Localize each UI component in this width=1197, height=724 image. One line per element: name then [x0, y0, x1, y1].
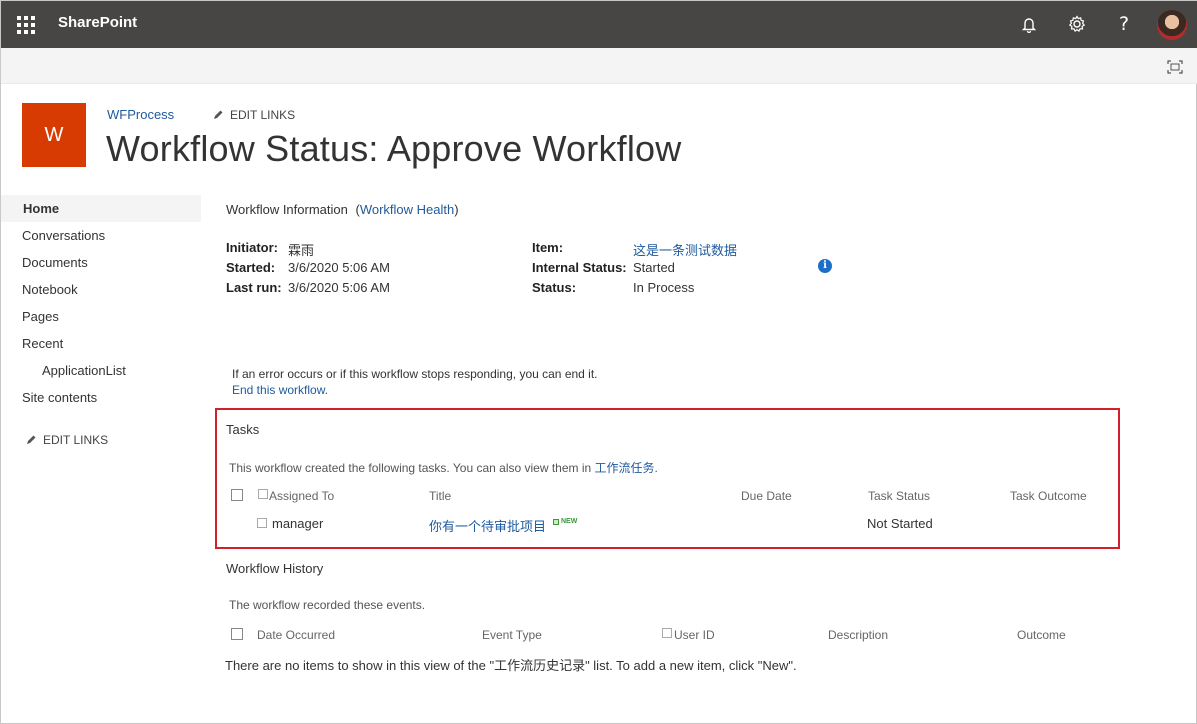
column-task-outcome[interactable]: Task Outcome — [1010, 489, 1087, 503]
workflow-tasks-link[interactable]: 工作流任务 — [595, 461, 655, 475]
waffle-icon[interactable] — [17, 16, 35, 34]
started-label: Started: — [226, 260, 276, 275]
history-header-checkbox[interactable] — [662, 628, 672, 638]
nav-item-notebook[interactable]: Notebook — [1, 276, 201, 303]
tasks-description-text: This workflow created the following task… — [229, 461, 592, 475]
new-badge: NEW — [553, 518, 577, 525]
column-event-type[interactable]: Event Type — [482, 628, 542, 642]
tasks-description: This workflow created the following task… — [229, 459, 658, 476]
tasks-select-all-checkbox[interactable] — [231, 489, 243, 501]
site-logo[interactable]: W — [22, 103, 86, 167]
gear-icon[interactable] — [1066, 13, 1088, 35]
last-run-label: Last run: — [226, 280, 282, 295]
history-empty-message: There are no items to show in this view … — [225, 658, 797, 673]
item-link[interactable]: 这是一条测试数据 — [633, 240, 737, 259]
command-bar — [1, 48, 1197, 84]
history-heading: Workflow History — [226, 561, 324, 576]
new-badge-label: NEW — [561, 518, 578, 525]
internal-status-value: Started — [633, 260, 675, 275]
focus-mode-icon[interactable] — [1167, 60, 1183, 74]
started-value: 3/6/2020 5:06 AM — [288, 260, 390, 275]
column-outcome[interactable]: Outcome — [1017, 628, 1066, 642]
pencil-icon — [27, 435, 36, 444]
initiator-label: Initiator: — [226, 240, 278, 255]
nav-item-documents[interactable]: Documents — [1, 249, 201, 276]
left-navigation: Home Conversations Documents Notebook Pa… — [1, 195, 201, 411]
column-description[interactable]: Description — [828, 628, 888, 642]
task-status-value: Not Started — [867, 516, 933, 531]
column-title[interactable]: Title — [429, 489, 451, 503]
column-due-date[interactable]: Due Date — [741, 489, 792, 503]
avatar[interactable] — [1157, 10, 1187, 40]
end-workflow-message: If an error occurs or if this workflow s… — [232, 367, 598, 381]
task-assigned-to: manager — [272, 516, 324, 531]
bell-icon[interactable] — [1018, 13, 1040, 35]
suite-bar: SharePoint ? — [1, 1, 1197, 48]
app-brand[interactable]: SharePoint — [58, 14, 137, 31]
end-workflow-link[interactable]: End this workflow. — [232, 383, 328, 397]
history-select-all-checkbox[interactable] — [231, 628, 243, 640]
status-label: Status: — [532, 280, 577, 295]
status-value: In Process — [633, 280, 695, 295]
column-assigned-to[interactable]: Assigned To — [269, 489, 334, 503]
column-date-occurred[interactable]: Date Occurred — [257, 628, 335, 642]
nav-item-recent[interactable]: Recent — [1, 330, 201, 357]
last-run-value: 3/6/2020 5:06 AM — [288, 280, 390, 295]
workflow-health-link[interactable]: Workflow Health — [360, 202, 454, 217]
edit-links-nav[interactable]: EDIT LINKS — [25, 433, 108, 447]
info-icon[interactable]: i — [818, 259, 832, 273]
help-icon[interactable]: ? — [1113, 13, 1135, 35]
nav-item-home[interactable]: Home — [1, 195, 201, 222]
tasks-header-checkbox[interactable] — [258, 489, 268, 499]
pencil-icon — [214, 110, 223, 119]
nav-item-applicationlist[interactable]: ApplicationList — [1, 357, 201, 384]
new-icon — [553, 518, 559, 525]
tasks-description-end: . — [654, 461, 658, 475]
column-user-id[interactable]: User ID — [674, 628, 715, 642]
edit-links-label: EDIT LINKS — [230, 108, 296, 122]
edit-links-header[interactable]: EDIT LINKS — [212, 108, 295, 122]
workflow-info-heading: Workflow Information (Workflow Health) — [226, 202, 459, 217]
tasks-heading: Tasks — [226, 422, 260, 437]
history-description: The workflow recorded these events. — [229, 598, 426, 612]
item-label: Item: — [532, 240, 564, 255]
paren-close: ) — [454, 202, 459, 217]
workflow-info-title: Workflow Information — [226, 202, 348, 217]
breadcrumb-site-link[interactable]: WFProcess — [107, 107, 174, 122]
task-row-checkbox[interactable] — [257, 518, 267, 528]
page-title: Workflow Status: Approve Workflow — [106, 128, 682, 169]
internal-status-label: Internal Status: — [532, 260, 627, 275]
initiator-value: 霖雨 — [288, 243, 315, 258]
task-title-link[interactable]: 你有一个待审批项目 — [429, 516, 546, 535]
nav-item-site-contents[interactable]: Site contents — [1, 384, 201, 411]
column-task-status[interactable]: Task Status — [868, 489, 930, 503]
edit-links-label: EDIT LINKS — [43, 433, 109, 447]
nav-item-pages[interactable]: Pages — [1, 303, 201, 330]
tasks-highlight-box — [215, 408, 1120, 549]
nav-item-conversations[interactable]: Conversations — [1, 222, 201, 249]
